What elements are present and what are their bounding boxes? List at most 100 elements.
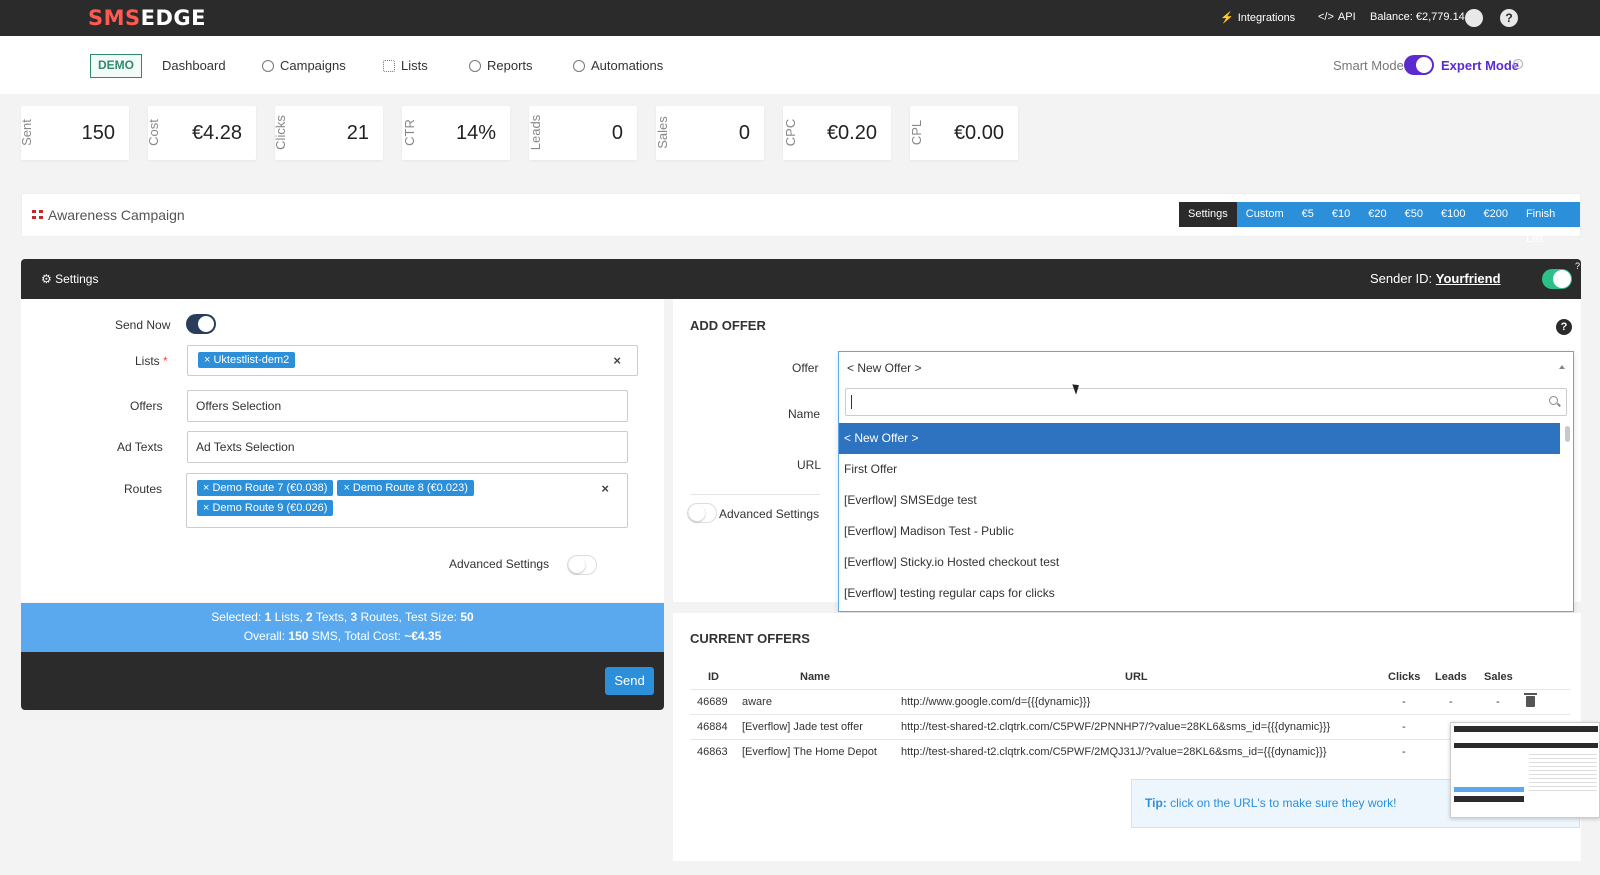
offers-placeholder: Offers Selection [196,399,282,413]
col-header-clicks: Clicks [1388,671,1421,683]
tab-100[interactable]: €100 [1431,202,1475,227]
route-tag[interactable]: × Demo Route 7 (€0.038) [197,480,334,496]
campaign-title: Awareness Campaign [48,207,185,223]
send-bar: Send [21,652,664,710]
cell-leads: - [1449,696,1453,708]
offer-option[interactable]: [Everflow] Madison Test - Public [839,516,1560,547]
offers-select[interactable]: Offers Selection [187,390,628,422]
table-row: 46863 [Everflow] The Home Depot http://t… [690,739,1570,764]
lists-select[interactable]: × Uktestlist-dem2 × [187,345,638,376]
offer-advanced-toggle[interactable] [687,503,717,523]
stat-card-cpl: CPL €0.00 [909,106,1018,160]
expert-mode-label: Expert Mode [1441,58,1520,73]
top-bar: SMSEDGE ⚡ Integrations </> API Balance: €2… [0,0,1600,36]
mode-toggle[interactable] [1404,55,1434,75]
stat-value: 0 [611,122,623,144]
offer-option[interactable]: < New Offer > [839,423,1560,454]
offer-option[interactable]: [Everflow] SMSEdge test [839,485,1560,516]
routes-select[interactable]: × Demo Route 7 (€0.038) × Demo Route 8 (€… [186,473,628,528]
lists-label: Lists * [135,354,168,368]
sender-toggle[interactable] [1542,269,1572,289]
code-icon: </> [1318,11,1334,23]
table-row: 46689 aware http://www.google.com/d={{{d… [690,689,1570,714]
info-icon[interactable]: i [1513,59,1523,69]
avatar[interactable] [1465,9,1483,27]
stat-card-cpc: CPC €0.20 [783,106,891,160]
list-tag[interactable]: × Uktestlist-dem2 [198,352,296,368]
dropdown-scrollbar[interactable] [1565,426,1570,442]
summary-line-1: Selected: 1 Lists, 2 Texts, 3 Routes, Te… [21,608,664,627]
name-label: Name [788,407,821,421]
cell-url[interactable]: http://test-shared-t2.clqtrk.com/C5PWF/2… [901,746,1327,758]
summary-value: 2 [306,610,313,624]
video-thumbnail[interactable] [1450,722,1600,818]
tab-custom[interactable]: Custom [1236,202,1293,227]
logo[interactable]: SMSEDGE [88,6,206,30]
integrations-link[interactable]: ⚡ Integrations [1220,11,1295,25]
sender-id-link[interactable]: Yourfriend [1436,271,1501,286]
route-tag-label: Demo Route 9 (€0.026) [212,502,328,514]
route-tag-label: Demo Route 7 (€0.038) [212,482,328,494]
nav-dashboard-label: Dashboard [162,58,226,73]
route-tag-label: Demo Route 8 (€0.023) [352,482,468,494]
tab-finish-list[interactable]: Finish List [1516,202,1580,245]
nav-campaigns[interactable]: Campaigns [262,58,346,73]
uk-flag-icon [32,210,43,219]
send-button[interactable]: Send [605,667,654,695]
tab-5[interactable]: €5 [1292,202,1323,227]
thumb-lines [1529,751,1597,791]
cell-url[interactable]: http://test-shared-t2.clqtrk.com/C5PWF/2… [901,721,1330,733]
thumb-bar [1454,787,1524,792]
offer-search-input[interactable] [845,388,1567,416]
smart-mode-label: Smart Mode [1333,58,1404,73]
help-icon[interactable]: ? [1500,9,1518,27]
stat-value: €0.00 [953,122,1004,144]
tab-50[interactable]: €50 [1395,202,1432,227]
summary-line-2: Overall: 150 SMS, Total Cost: ~€4.35 [21,627,664,646]
offer-dropdown[interactable]: < New Offer > < New Offer > First Offer … [838,351,1574,612]
cell-name: [Everflow] Jade test offer [742,721,863,733]
sender-help-icon[interactable]: ? [1575,261,1580,271]
stat-card-clicks: Clicks 21 [273,106,383,160]
stat-value: 150 [81,122,115,144]
route-tag[interactable]: × Demo Route 9 (€0.026) [197,500,334,516]
stat-label: CPL [909,119,925,146]
ad-texts-select[interactable]: Ad Texts Selection [187,431,628,463]
nav-reports-label: Reports [487,58,533,73]
logo-part-sms: SMS [88,6,141,30]
clear-routes-icon[interactable]: × [601,481,609,496]
summary-text: Routes, Test Size: [357,610,461,624]
ad-texts-placeholder: Ad Texts Selection [196,440,295,454]
cell-clicks: - [1402,696,1406,708]
ad-texts-label: Ad Texts [117,440,163,454]
offer-option[interactable]: First Offer [839,454,1560,485]
nav-automations[interactable]: Automations [573,58,663,73]
cell-url[interactable]: http://www.google.com/d={{{dynamic}}} [901,696,1090,708]
campaign-bar: Awareness Campaign Settings Custom €5 €1… [21,193,1581,245]
tab-settings[interactable]: Settings [1179,202,1237,227]
offer-option[interactable]: [Everflow] Sticky.io Hosted checkout tes… [839,547,1560,578]
route-tag[interactable]: × Demo Route 8 (€0.023) [337,480,474,496]
advanced-settings-toggle[interactable] [567,555,597,575]
trash-icon[interactable] [1524,693,1537,707]
stat-label: Sent [18,119,34,146]
list-tag-label: Uktestlist-dem2 [213,354,290,366]
cell-sales: - [1496,696,1500,708]
nav-lists[interactable]: Lists [383,58,428,73]
nav-reports[interactable]: Reports [469,58,533,73]
automations-icon [573,59,585,72]
offers-label: Offers [130,399,163,413]
tip-label: Tip: [1145,796,1167,810]
nav-dashboard[interactable]: Dashboard [162,58,226,73]
tab-200[interactable]: €200 [1474,202,1517,227]
clear-lists-icon[interactable]: × [613,353,621,368]
plug-icon: ⚡ [1220,12,1234,24]
offer-advanced-label: Advanced Settings [719,507,820,521]
offer-option[interactable]: [Everflow] testing regular caps for clic… [839,578,1560,609]
tab-10[interactable]: €10 [1322,202,1360,227]
help-icon[interactable]: ? [1556,319,1572,335]
stat-card-sales: Sales 0 [655,106,764,160]
tab-20[interactable]: €20 [1359,202,1396,227]
api-link[interactable]: </> API [1318,11,1356,23]
send-now-toggle[interactable] [186,314,216,334]
